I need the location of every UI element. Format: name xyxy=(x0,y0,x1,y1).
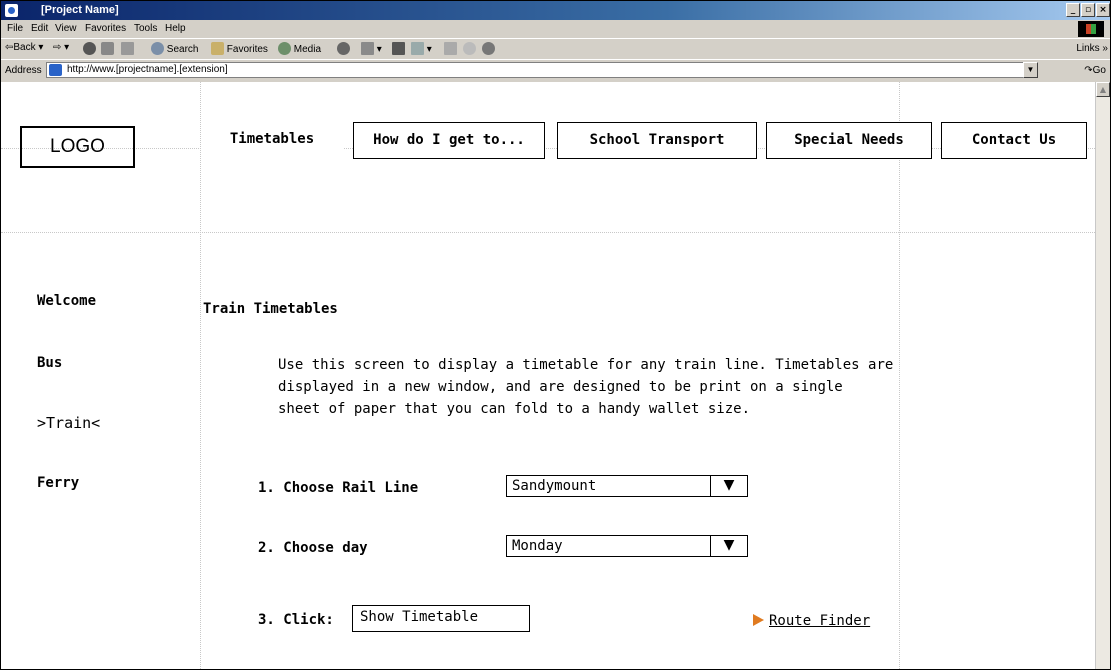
day-value: Monday xyxy=(512,538,563,554)
ie-app-icon[interactable] xyxy=(5,4,18,17)
address-label: Address xyxy=(5,65,42,76)
favorites-button[interactable]: Favorites xyxy=(211,42,268,55)
rail-line-value: Sandymount xyxy=(512,478,597,494)
intro-line: displayed in a new window, and are desig… xyxy=(278,379,843,395)
links-toolbar[interactable]: Links » xyxy=(1076,43,1108,54)
row-guide xyxy=(1,232,1095,233)
go-arrow-icon: ↷ xyxy=(1084,65,1093,76)
history-icon[interactable] xyxy=(337,42,350,55)
vertical-scrollbar[interactable]: ▲ xyxy=(1095,82,1110,669)
refresh-icon[interactable] xyxy=(101,42,114,55)
messenger-icon[interactable] xyxy=(463,42,476,55)
dropdown-arrow-icon[interactable]: ▼ xyxy=(710,475,747,497)
day-select[interactable]: Monday ▼ xyxy=(506,535,748,557)
play-arrow-icon xyxy=(753,614,764,626)
column-guide xyxy=(899,82,900,669)
site-logo[interactable]: LOGO xyxy=(20,126,135,168)
sidebar-item-welcome[interactable]: Welcome xyxy=(37,293,96,309)
search-button[interactable]: Search xyxy=(151,42,198,55)
route-finder-label: Route Finder xyxy=(769,613,871,629)
address-bar: Address http://www.[projectname].[extens… xyxy=(1,59,1110,82)
page-icon xyxy=(49,64,62,76)
maximize-button[interactable]: ▫ xyxy=(1081,3,1095,17)
menu-favorites[interactable]: Favorites xyxy=(85,23,126,34)
media-icon xyxy=(278,42,291,55)
back-button[interactable]: ⇦Back ▾ xyxy=(5,42,43,53)
click-label: 3. Click: xyxy=(258,612,334,628)
day-label: 2. Choose day xyxy=(258,540,368,556)
sidebar-item-train[interactable]: >Train< xyxy=(37,414,100,432)
menu-edit[interactable]: Edit xyxy=(31,23,48,34)
column-guide xyxy=(200,82,201,669)
sidebar-item-bus[interactable]: Bus xyxy=(37,355,62,371)
minimize-button[interactable]: _ xyxy=(1066,3,1080,17)
edit-icon[interactable]: ▾ xyxy=(411,42,432,55)
print-icon[interactable] xyxy=(392,42,405,55)
menu-help[interactable]: Help xyxy=(165,23,186,34)
nav-school-transport[interactable]: School Transport xyxy=(557,122,757,159)
nav-how-do-i-get-to[interactable]: How do I get to... xyxy=(353,122,545,159)
go-button[interactable]: ↷Go xyxy=(1084,65,1106,76)
intro-text: Use this screen to display a timetable f… xyxy=(278,354,893,420)
search-icon xyxy=(151,42,164,55)
address-input[interactable]: http://www.[projectname].[extension] ▼ xyxy=(46,62,1038,78)
intro-line: sheet of paper that you can fold to a ha… xyxy=(278,401,751,417)
menu-tools[interactable]: Tools xyxy=(134,23,157,34)
scroll-up-arrow-icon[interactable]: ▲ xyxy=(1096,82,1110,97)
discuss-icon[interactable] xyxy=(444,42,457,55)
menu-file[interactable]: File xyxy=(7,23,23,34)
mail-icon[interactable]: ▾ xyxy=(361,42,382,55)
media-label: Media xyxy=(293,44,322,55)
address-url: http://www.[projectname].[extension] xyxy=(67,64,228,75)
intro-line: Use this screen to display a timetable f… xyxy=(278,357,894,373)
favorites-label: Favorites xyxy=(226,44,268,55)
nav-special-needs[interactable]: Special Needs xyxy=(766,122,932,159)
web-page: LOGO Timetables How do I get to... Schoo… xyxy=(1,82,1095,669)
nav-timetables[interactable]: Timetables xyxy=(201,122,343,159)
show-timetable-button[interactable]: Show Timetable xyxy=(352,605,530,632)
route-finder-link[interactable]: Route Finder xyxy=(753,613,870,629)
go-label: Go xyxy=(1092,65,1106,76)
nav-contact-us[interactable]: Contact Us xyxy=(941,122,1087,159)
dropdown-arrow-icon[interactable]: ▼ xyxy=(710,535,747,557)
search-label: Search xyxy=(166,44,199,55)
home-icon[interactable] xyxy=(121,42,134,55)
media-button[interactable]: Media xyxy=(278,42,321,55)
title-bar: [Project Name] _ ▫ × xyxy=(1,1,1110,20)
browser-window: [Project Name] _ ▫ × File Edit View Favo… xyxy=(0,0,1111,670)
toolbar: ⇦Back ▾ ⇨ ▾ Search Favorites Media ▾ ▾ L… xyxy=(1,38,1110,60)
window-title: [Project Name] xyxy=(41,4,119,16)
address-dropdown-button[interactable]: ▼ xyxy=(1023,62,1038,78)
menu-view[interactable]: View xyxy=(55,23,77,34)
close-button[interactable]: × xyxy=(1096,3,1110,17)
user-icon[interactable] xyxy=(482,42,495,55)
rail-line-select[interactable]: Sandymount ▼ xyxy=(506,475,748,497)
favorites-icon xyxy=(211,42,224,55)
page-title: Train Timetables xyxy=(203,301,338,317)
menu-bar: File Edit View Favorites Tools Help xyxy=(1,20,1110,38)
windows-logo-icon xyxy=(1078,21,1104,37)
rail-line-label: 1. Choose Rail Line xyxy=(258,480,419,496)
sidebar-item-ferry[interactable]: Ferry xyxy=(37,475,79,491)
stop-icon[interactable] xyxy=(83,42,96,55)
forward-button[interactable]: ⇨ ▾ xyxy=(53,42,69,53)
